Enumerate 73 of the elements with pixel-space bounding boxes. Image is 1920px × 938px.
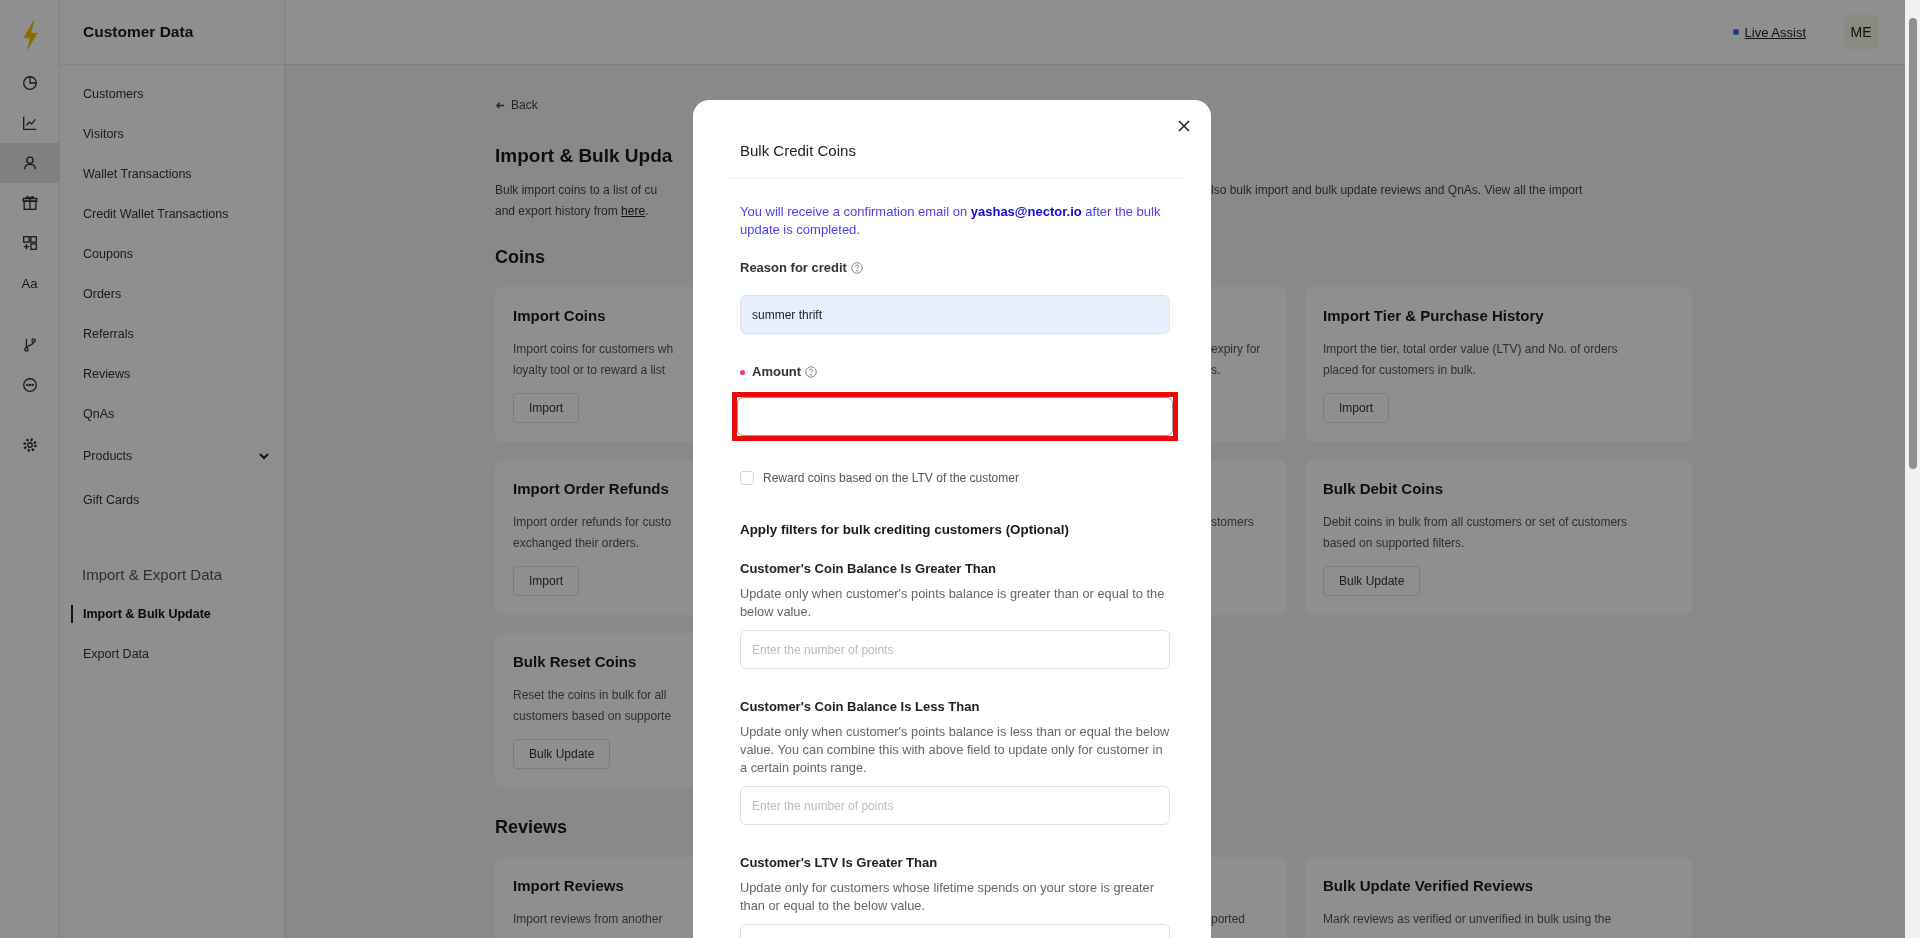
status-dot-icon bbox=[1732, 29, 1739, 35]
card-action-button[interactable]: Bulk Update bbox=[513, 739, 611, 769]
chat-bubble-icon bbox=[20, 376, 39, 394]
sidebar-item-label[interactable]: Products bbox=[83, 449, 258, 463]
card-title: Import Tier & Purchase History bbox=[1323, 306, 1545, 326]
sidebar-item[interactable]: Orders bbox=[60, 274, 284, 314]
sidebar-item[interactable]: Credit Wallet Transactions bbox=[60, 194, 284, 234]
filter-title: Customer's Coin Balance Is Less Than bbox=[740, 698, 981, 716]
card-description: Import order refunds for custo exchanged their orders. bbox=[513, 514, 673, 552]
close-icon[interactable] bbox=[1177, 119, 1191, 133]
grid-icon bbox=[20, 234, 39, 252]
card-description: Debit coins in bulk from all customers or set of customers based on supported filters. bbox=[1323, 514, 1629, 552]
help-icon[interactable] bbox=[850, 262, 863, 274]
sidebar-title: Customer Data bbox=[83, 23, 194, 41]
number-input-field[interactable]: Enter the number of points bbox=[740, 786, 1170, 825]
filter-description: Update only when customer's points balance is greater than or equal to the below value. bbox=[740, 585, 1166, 621]
card-title: Import Coins bbox=[513, 306, 607, 326]
checkbox[interactable] bbox=[740, 471, 754, 485]
filter-description: Update only when customer's points balance is less than or equal the below value. You can combine this with above field to update only for customer in a certain points range. bbox=[740, 723, 1170, 777]
sidebar-item[interactable]: Gift Cards bbox=[60, 480, 284, 520]
section-heading: Coins bbox=[495, 246, 545, 269]
card-description: Reset the coins in bulk for all customers based on supporte bbox=[513, 687, 673, 725]
card-description: Import coins for customers wh loyalty tool or to reward a list bbox=[513, 341, 675, 379]
chevron-down-icon[interactable] bbox=[258, 450, 270, 462]
filters-heading: Apply filters for bulk crediting customers (Optional) bbox=[740, 521, 1070, 539]
sidebar-item[interactable]: Import & Bulk Update bbox=[60, 594, 284, 634]
field-label: Amount bbox=[752, 363, 802, 381]
sidebar-item[interactable]: Coupons bbox=[60, 234, 284, 274]
card-title: Import Reviews bbox=[513, 876, 625, 896]
page-title: Import & Bulk Upda bbox=[495, 144, 674, 168]
filter-description: Update only for customers whose lifetime spends on your store is greater than or equal to the below value. bbox=[740, 879, 1155, 915]
card-action-button[interactable]: Bulk Update bbox=[1323, 566, 1421, 596]
card-description: Import reviews from another bbox=[513, 911, 664, 928]
number-input-field[interactable]: Enter the number of points bbox=[740, 630, 1170, 669]
sidebar-item[interactable]: Wallet Transactions bbox=[60, 154, 284, 194]
dialog-title: Bulk Credit Coins bbox=[740, 141, 857, 161]
card-action-button[interactable]: Import bbox=[1323, 393, 1389, 423]
sidebar-item[interactable]: Visitors bbox=[60, 114, 284, 154]
sidebar-item[interactable]: QnAs bbox=[60, 394, 284, 434]
card-title: Bulk Debit Coins bbox=[1323, 479, 1444, 499]
user-avatar[interactable]: ME bbox=[1844, 15, 1878, 49]
sidebar-item[interactable]: Referrals bbox=[60, 314, 284, 354]
section-heading: Reviews bbox=[495, 816, 568, 839]
card-description: ported bbox=[1211, 911, 1247, 928]
sidebar-section-heading: Import & Export Data bbox=[81, 564, 224, 585]
page-description: Bulk import coins to a list of cu and export history from here. bbox=[495, 182, 659, 220]
help-icon[interactable] bbox=[805, 366, 818, 378]
checkbox-label: Reward coins based on the LTV of the customer bbox=[763, 471, 1019, 485]
gift-icon bbox=[20, 194, 39, 212]
card-description: Import the tier, total order value (LTV) and No. of orders placed for customers in bulk. bbox=[1323, 341, 1619, 379]
info-message: You will receive a confirmation email on yashas@nector.io after the bulk update is completed. bbox=[740, 203, 1162, 239]
field-label: Reason for credit bbox=[740, 259, 847, 277]
card-title: Bulk Update Verified Reviews bbox=[1323, 876, 1535, 896]
card-description: expiry for s. bbox=[1211, 341, 1262, 379]
card-description: stomers bbox=[1211, 514, 1255, 531]
card-title: Bulk Reset Coins bbox=[513, 652, 638, 672]
card-title: Import Order Refunds bbox=[513, 479, 670, 499]
pie-chart-icon bbox=[20, 74, 39, 92]
card-action-button[interactable]: Import bbox=[513, 566, 579, 596]
text-input-field[interactable]: summer thrift bbox=[740, 295, 1170, 334]
filter-title: Customer's LTV Is Greater Than bbox=[740, 854, 939, 872]
sidebar-item[interactable]: Reviews bbox=[60, 354, 284, 394]
live-assist-link[interactable]: Live Assist bbox=[1744, 24, 1806, 40]
card-action-button[interactable]: Import bbox=[513, 393, 579, 423]
filter-title: Customer's Coin Balance Is Greater Than bbox=[740, 560, 997, 578]
sidebar-item[interactable]: Customers bbox=[60, 74, 284, 114]
line-chart-icon bbox=[20, 114, 39, 132]
card-description: Mark reviews as verified or unverified in bulk using the bbox=[1323, 911, 1613, 928]
font-menu-item[interactable]: Aa bbox=[0, 263, 59, 303]
page-description: lso bulk import and bulk update reviews and QnAs. View all the import bbox=[1211, 182, 1583, 199]
scrollbar-thumb[interactable] bbox=[1909, 18, 1917, 469]
sidebar-item[interactable]: Export Data bbox=[60, 634, 284, 674]
settings-icon bbox=[20, 436, 39, 454]
